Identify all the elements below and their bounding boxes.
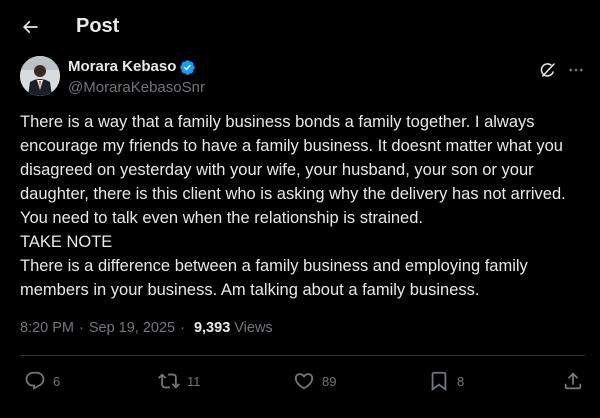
repost-button[interactable]: 11	[158, 366, 201, 396]
post-time[interactable]: 8:20 PM	[20, 318, 74, 338]
bookmark-button[interactable]: 8	[428, 366, 464, 396]
more-icon	[569, 68, 583, 72]
page-title: Post	[76, 15, 120, 37]
bookmark-count: 8	[457, 373, 465, 389]
views-label: Views	[234, 320, 273, 336]
like-button[interactable]: 89	[293, 366, 336, 396]
share-icon	[564, 372, 582, 390]
like-count: 89	[322, 373, 337, 389]
avatar[interactable]	[20, 56, 60, 96]
post-text-paragraph: TAKE NOTE	[20, 233, 113, 251]
action-bar: 6 11 89 8	[0, 366, 600, 396]
post-text: There is a way that a family business bo…	[20, 110, 582, 302]
arrow-left-icon	[22, 20, 38, 34]
page-header: Post	[0, 0, 600, 53]
author-name[interactable]: Morara Kebaso	[68, 57, 176, 77]
repost-count: 11	[187, 373, 201, 389]
share-button[interactable]	[562, 366, 584, 396]
post-text-paragraph: There is a way that a family business bo…	[20, 113, 566, 227]
meta-separator: ·	[79, 320, 84, 336]
back-button[interactable]	[14, 11, 46, 43]
post-text-paragraph: There is a difference between a family b…	[20, 257, 528, 299]
post-meta: 8:20 PM · Sep 19, 2025 · 9,393 Views	[20, 318, 273, 338]
author-name-row: Morara Kebaso	[68, 57, 196, 77]
grok-button[interactable]	[537, 59, 559, 81]
views-count[interactable]: 9,393	[194, 318, 230, 338]
post-author: Morara Kebaso @MoraraKebasoSnr	[20, 56, 580, 100]
post-date[interactable]: Sep 19, 2025	[89, 318, 175, 338]
repost-icon	[158, 373, 180, 389]
reply-count: 6	[53, 373, 61, 389]
reply-icon	[25, 371, 45, 390]
meta-separator: ·	[180, 320, 185, 336]
heart-icon	[294, 373, 314, 390]
more-button[interactable]	[565, 59, 587, 81]
reply-button[interactable]: 6	[24, 366, 60, 396]
bookmark-icon	[431, 371, 447, 392]
verified-badge-icon[interactable]	[179, 59, 196, 76]
divider	[20, 355, 585, 356]
author-handle[interactable]: @MoraraKebasoSnr	[68, 78, 205, 98]
grok-icon	[540, 63, 555, 77]
